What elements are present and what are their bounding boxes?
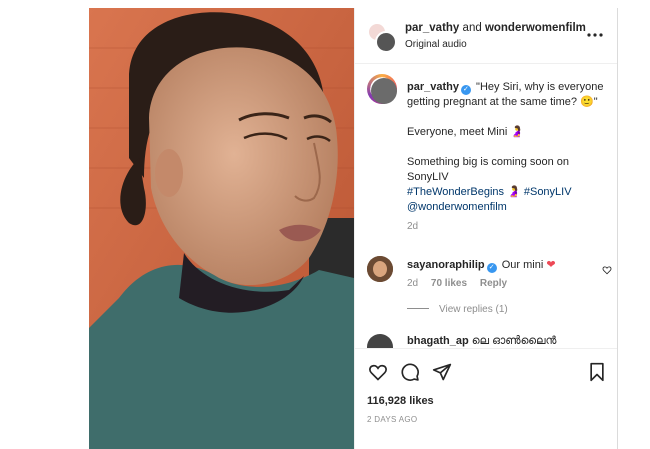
commenter-avatar[interactable] <box>367 334 393 348</box>
share-button[interactable] <box>431 361 453 383</box>
more-horizontal-icon <box>587 33 603 37</box>
likes-count[interactable]: 116,928 likes <box>367 395 434 407</box>
comment-likes[interactable]: 70 likes <box>431 278 467 289</box>
caption-time[interactable]: 2d <box>407 219 612 234</box>
authors-connector: and <box>462 22 482 34</box>
commenter-avatar[interactable] <box>367 256 393 282</box>
action-icons <box>367 361 453 385</box>
view-replies-label: View replies (1) <box>439 304 508 315</box>
comment-item: bhagath_ap ലെ ഓൺലൈൻ <box>367 334 612 348</box>
heart-outline-icon <box>602 266 612 275</box>
comment-text-line: sayanoraphilip ✓ Our mini ❤ <box>407 258 556 273</box>
author-avatar[interactable] <box>375 31 397 53</box>
hashtag-the-wonder-begins[interactable]: #TheWonderBegins <box>407 186 504 198</box>
collab-avatars[interactable] <box>367 22 397 53</box>
mention-wonderwomenfilm[interactable]: @wonderwomenfilm <box>407 200 612 215</box>
modal-right-border <box>617 8 618 449</box>
caption-line-3: Something big is coming soon on SonyLIV <box>407 156 570 183</box>
post-video[interactable] <box>89 8 354 449</box>
post-actions-section: 116,928 likes 2 DAYS AGO <box>355 348 617 449</box>
paper-plane-icon <box>432 363 452 381</box>
pregnant-emoji: 🤰 <box>507 186 521 198</box>
replies-divider <box>407 308 429 309</box>
author-username[interactable]: par_vathy <box>405 22 459 34</box>
post-time-ago[interactable]: 2 DAYS AGO <box>367 415 417 424</box>
post-details-panel: par_vathy and wonderwomenfilm Original a… <box>354 8 617 449</box>
heart-outline-icon <box>369 364 387 381</box>
bookmark-icon <box>590 362 604 382</box>
comment-body: Our mini <box>501 259 544 271</box>
comment-like-button[interactable] <box>602 262 612 275</box>
caption-username[interactable]: par_vathy <box>407 81 459 93</box>
caption-line-2: Everyone, meet Mini 🤰 <box>407 126 525 138</box>
comment-username[interactable]: bhagath_ap <box>407 335 469 347</box>
commenter-photo <box>367 256 393 282</box>
comment-icon <box>401 363 419 381</box>
video-frame-illustration <box>89 8 354 449</box>
collaborator-username[interactable]: wonderwomenfilm <box>485 22 586 34</box>
save-button[interactable] <box>586 361 608 383</box>
post-header: par_vathy and wonderwomenfilm Original a… <box>355 8 617 64</box>
verified-badge-icon: ✓ <box>486 263 497 273</box>
comment-button[interactable] <box>399 361 421 383</box>
more-options-button[interactable] <box>586 26 604 44</box>
post-authors: par_vathy and wonderwomenfilm <box>405 22 586 34</box>
comment-meta: 2d 70 likes Reply <box>407 278 517 289</box>
comment-text-line: bhagath_ap ലെ ഓൺലൈൻ <box>407 335 556 348</box>
comment-username[interactable]: sayanoraphilip <box>407 259 485 271</box>
comment-body: ലെ ഓൺലൈൻ <box>471 335 557 347</box>
audio-label[interactable]: Original audio <box>405 39 467 50</box>
view-replies-button[interactable]: View replies (1) <box>407 304 508 315</box>
hashtag-sonyliv[interactable]: #SonyLIV <box>524 186 572 198</box>
verified-badge-icon: ✓ <box>460 85 471 95</box>
like-button[interactable] <box>367 361 389 383</box>
caption-avatar[interactable] <box>367 74 397 104</box>
comment-time[interactable]: 2d <box>407 278 418 289</box>
red-heart-emoji: ❤ <box>546 259 556 271</box>
comment-reply-button[interactable]: Reply <box>480 278 507 289</box>
instagram-post-modal: par_vathy and wonderwomenfilm Original a… <box>0 0 650 449</box>
